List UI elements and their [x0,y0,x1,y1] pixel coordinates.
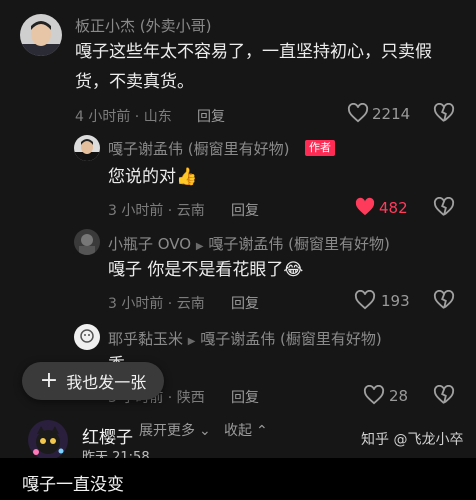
heart-icon[interactable] [363,385,385,405]
reply-author-name[interactable]: 嘎子谢孟伟 (橱窗里有好物) [108,138,289,159]
reply-button[interactable]: 回复 [231,387,259,407]
reply-avatar[interactable] [74,324,100,350]
reply-text-content: 您说的对 [108,167,176,187]
reply-text-content: 嘎子 你是不是看花眼了 [108,260,284,280]
reply-avatar[interactable] [74,135,100,161]
reply-avatar[interactable] [74,229,100,255]
collapse-button[interactable]: 收起 ⌃ [224,420,268,440]
reply-meta: 3 小时前 · 云南 [108,203,205,219]
post-author-name[interactable]: 红樱子 [82,423,133,448]
reply-user-line: 小瓶子 OVO ▶ 嘎子谢孟伟 (橱窗里有好物) [108,233,390,254]
heart-icon-liked[interactable] [354,197,376,217]
expand-more-label: 展开更多 [139,423,195,439]
author-badge: 作者 [305,140,335,156]
reply-button[interactable]: 回复 [197,106,225,126]
commenter-name[interactable]: 板正小杰 (外卖小哥) [75,15,211,36]
laughing-emoji: 😂 [283,260,304,280]
heart-icon[interactable] [347,103,369,123]
heart-icon[interactable] [354,290,376,310]
thumbs-up-emoji: 👍 [176,167,198,187]
reply-username[interactable]: 小瓶子 OVO [108,235,191,253]
like-count: 482 [379,199,408,217]
reply-to-arrow-icon: ▶ [187,336,196,347]
broken-heart-icon[interactable] [433,290,455,310]
broken-heart-icon[interactable] [433,197,455,217]
expand-more-button[interactable]: 展开更多 ⌄ [139,420,211,440]
like-count: 193 [381,292,410,310]
reply-button[interactable]: 回复 [231,293,259,313]
chevron-down-icon: ⌄ [199,423,211,439]
like-count: 2214 [372,105,411,123]
commenter-avatar[interactable] [20,14,62,56]
reply-to-arrow-icon: ▶ [195,241,204,252]
post-image-button[interactable]: + 我也发一张 [22,362,164,400]
chevron-up-icon: ⌃ [256,423,268,439]
post-image-label: 我也发一张 [66,373,147,392]
reply-user-line: 耶乎黏玉米 ▶ 嘎子谢孟伟 (橱窗里有好物) [108,328,382,349]
comment-meta: 4 小时前 · 山东 [75,109,172,125]
comment-text-line-2: 货，不卖真货。 [75,72,194,92]
reply-text: 您说的对👍 [108,163,197,192]
broken-heart-icon[interactable] [433,103,455,123]
reply-to-username[interactable]: 嘎子谢孟伟 (橱窗里有好物) [200,330,381,348]
reply-text: 嘎子 你是不是看花眼了😂 [108,256,303,285]
like-count: 28 [389,387,409,405]
reply-to-username[interactable]: 嘎子谢孟伟 (橱窗里有好物) [208,235,389,253]
watermark: 知乎 @飞龙小卒 [361,432,464,448]
broken-heart-icon[interactable] [433,385,455,405]
post-author-avatar[interactable] [28,420,68,460]
reply-username[interactable]: 耶乎黏玉米 [108,330,183,348]
collapse-label: 收起 [224,423,252,439]
reply-button[interactable]: 回复 [231,200,259,220]
reply-meta: 3 小时前 · 云南 [108,296,205,312]
bottom-caption: 嘎子一直没变 [22,475,124,495]
plus-icon: + [39,368,59,393]
comment-text-line-1: 嘎子这些年太不容易了，一直坚持初心，只卖假 [75,42,432,62]
